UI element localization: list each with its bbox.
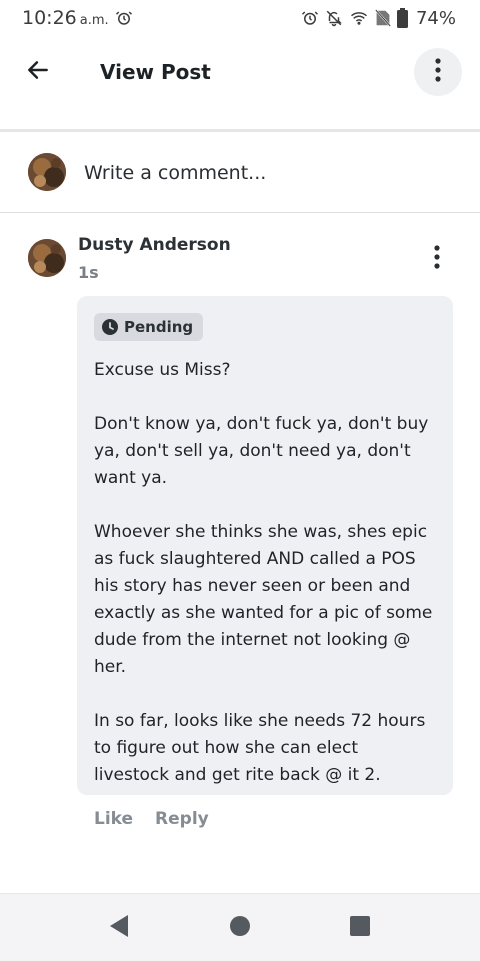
- comment-divider: [0, 212, 480, 213]
- clock-icon: [102, 319, 118, 335]
- nav-back-button[interactable]: [105, 914, 133, 942]
- post-time: 1s: [78, 263, 99, 282]
- home-circle-icon: [229, 915, 251, 941]
- avatar: [28, 153, 66, 191]
- status-badge-label: Pending: [124, 318, 194, 336]
- back-triangle-icon: [108, 914, 130, 942]
- app-bar: View Post: [0, 40, 480, 104]
- more-vertical-icon: [435, 58, 441, 86]
- wifi-icon: [349, 9, 369, 27]
- page-title: View Post: [100, 60, 211, 84]
- system-nav-bar: [0, 893, 480, 961]
- back-button[interactable]: [20, 54, 56, 90]
- status-left: 10:26 a.m.: [22, 7, 133, 29]
- status-ampm: a.m.: [79, 13, 109, 28]
- reply-button[interactable]: Reply: [155, 809, 209, 829]
- status-bar: 10:26 a.m. 74%: [0, 0, 480, 36]
- like-button[interactable]: Like: [94, 809, 133, 829]
- comment-input[interactable]: [84, 158, 444, 188]
- arrow-left-icon: [25, 57, 51, 87]
- message-bubble: Pending Excuse us Miss? Don't know ya, d…: [77, 296, 453, 795]
- status-badge: Pending: [94, 313, 204, 341]
- battery-percent: 74%: [415, 7, 456, 29]
- alarm-icon: [301, 9, 319, 27]
- author-name[interactable]: Dusty Anderson: [78, 235, 231, 255]
- no-sim-icon: [375, 9, 391, 27]
- battery-icon: [396, 8, 408, 28]
- message-text: Excuse us Miss? Don't know ya, don't fuc…: [94, 360, 433, 785]
- more-vertical-icon: [434, 245, 440, 273]
- author-avatar[interactable]: [28, 239, 66, 277]
- nav-recents-button[interactable]: [346, 914, 374, 942]
- status-right: 74%: [301, 8, 456, 29]
- notifications-off-icon: [325, 9, 343, 27]
- post-actions: Like Reply: [94, 809, 209, 829]
- recents-square-icon: [349, 915, 371, 941]
- alarm-icon: [115, 9, 133, 27]
- more-options-button[interactable]: [414, 48, 462, 96]
- nav-home-button[interactable]: [226, 914, 254, 942]
- comment-composer: [0, 132, 480, 212]
- status-time: 10:26 a.m.: [22, 7, 109, 29]
- post-options-button[interactable]: [424, 241, 450, 277]
